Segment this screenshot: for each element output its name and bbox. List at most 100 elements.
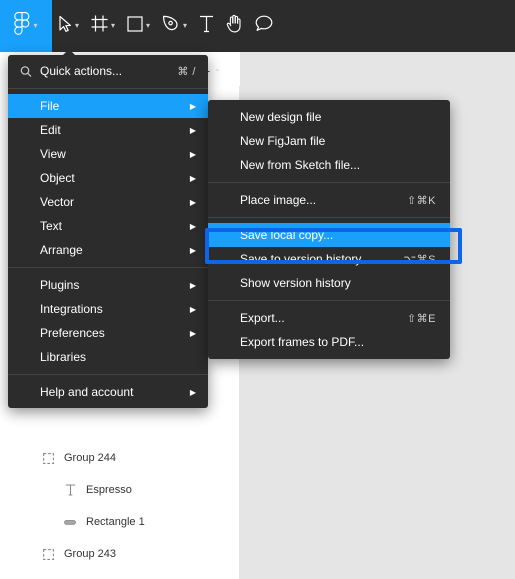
quick-actions-label: Quick actions... <box>40 64 123 78</box>
quick-actions-item[interactable]: Quick actions... ⌘ / <box>8 59 208 83</box>
menu-item-plugins[interactable]: Plugins ▶ <box>8 273 208 297</box>
menu-item-integrations[interactable]: Integrations ▶ <box>8 297 208 321</box>
hand-tool-button[interactable] <box>220 0 249 52</box>
menu-item-text[interactable]: Text ▶ <box>8 214 208 238</box>
frame-tool-icon <box>91 15 108 37</box>
menu-item-help-and-account[interactable]: Help and account ▶ <box>8 380 208 404</box>
layer-row[interactable]: Group 244 <box>0 442 239 474</box>
submenu-item-new-design-file[interactable]: New design file <box>208 105 450 129</box>
chevron-down-icon: ▾ <box>146 21 151 30</box>
submenu-item-label: New from Sketch file... <box>240 158 361 172</box>
menu-item-edit[interactable]: Edit ▶ <box>8 118 208 142</box>
menu-separator <box>8 88 208 89</box>
submenu-item-label: Save to version history... <box>240 252 371 266</box>
submenu-arrow-icon: ▶ <box>189 149 196 159</box>
move-tool-icon <box>58 15 72 38</box>
comment-tool-button[interactable] <box>249 0 279 52</box>
submenu-item-place-image[interactable]: Place image... ⇧⌘K <box>208 188 450 212</box>
layer-row[interactable]: Espresso <box>0 474 239 506</box>
submenu-arrow-icon: ▶ <box>189 245 196 255</box>
submenu-item-new-from-sketch-file[interactable]: New from Sketch file... <box>208 153 450 177</box>
submenu-arrow-icon: ▶ <box>189 125 196 135</box>
submenu-item-label: Export frames to PDF... <box>240 335 365 349</box>
chevron-down-icon: ▾ <box>183 21 188 30</box>
submenu-item-label: Place image... <box>240 193 317 207</box>
submenu-arrow-icon: ▶ <box>189 304 196 314</box>
menu-item-libraries[interactable]: Libraries <box>8 345 208 369</box>
submenu-item-label: Save local copy... <box>240 228 334 242</box>
menu-item-arrange[interactable]: Arrange ▶ <box>8 238 208 262</box>
comment-tool-icon <box>255 15 273 37</box>
submenu-item-label: New design file <box>240 110 322 124</box>
menu-item-label: Libraries <box>40 350 87 364</box>
submenu-item-shortcut: ⇧⌘E <box>406 312 436 325</box>
rectangle-layer-icon <box>62 514 78 530</box>
text-tool-button[interactable] <box>193 0 220 52</box>
figma-app-window: Group 244EspressoRectangle 1Group 243 1 … <box>0 0 515 579</box>
menu-item-label: Edit <box>40 123 61 137</box>
shape-tool-button[interactable]: ▾ <box>121 0 156 52</box>
rectangle-tool-icon <box>127 15 143 37</box>
search-icon <box>19 65 32 78</box>
group-icon <box>40 546 56 562</box>
pen-tool-icon <box>162 15 180 38</box>
file-submenu: New design file New FigJam file New from S… <box>208 100 450 359</box>
submenu-item-export[interactable]: Export... ⇧⌘E <box>208 306 450 330</box>
menu-item-label: File <box>40 99 60 113</box>
menu-item-label: Help and account <box>40 385 134 399</box>
menu-item-label: Integrations <box>40 302 103 316</box>
submenu-arrow-icon: ▶ <box>189 221 196 231</box>
layer-label: Group 243 <box>64 548 116 560</box>
submenu-item-label: New FigJam file <box>240 134 326 148</box>
main-dropdown-menu: Quick actions... ⌘ / File ▶ Edit ▶ View ▶ Obje… <box>8 49 208 408</box>
chevron-down-icon: ▾ <box>33 21 38 30</box>
submenu-arrow-icon: ▶ <box>189 101 196 111</box>
menu-separator <box>8 374 208 375</box>
chevron-down-icon: ▾ <box>75 21 80 30</box>
menu-separator <box>208 217 450 218</box>
menu-item-view[interactable]: View ▶ <box>8 142 208 166</box>
hand-tool-icon <box>226 14 243 38</box>
menu-item-object[interactable]: Object ▶ <box>8 166 208 190</box>
menu-separator <box>208 182 450 183</box>
menu-item-label: Arrange <box>40 243 83 257</box>
submenu-item-show-version-history[interactable]: Show version history <box>208 271 450 295</box>
text-layer-icon <box>62 482 78 498</box>
menu-pointer-arrow <box>62 49 76 56</box>
menu-item-file[interactable]: File ▶ <box>8 94 208 118</box>
menu-item-preferences[interactable]: Preferences ▶ <box>8 321 208 345</box>
submenu-item-label: Show version history <box>240 276 351 290</box>
submenu-item-shortcut: ⌥⌘S <box>403 253 436 266</box>
menu-item-vector[interactable]: Vector ▶ <box>8 190 208 214</box>
layer-label: Group 244 <box>64 452 116 464</box>
layer-row[interactable]: Rectangle 1 <box>0 506 239 538</box>
menu-item-label: Plugins <box>40 278 80 292</box>
submenu-arrow-icon: ▶ <box>189 328 196 338</box>
menu-item-label: Vector <box>40 195 75 209</box>
submenu-item-save-to-version-history[interactable]: Save to version history... ⌥⌘S <box>208 247 450 271</box>
submenu-arrow-icon: ▶ <box>189 173 196 183</box>
menu-item-label: View <box>40 147 66 161</box>
submenu-item-new-figjam-file[interactable]: New FigJam file <box>208 129 450 153</box>
text-tool-icon <box>199 15 214 38</box>
move-tool-button[interactable]: ▾ <box>52 0 85 52</box>
submenu-item-label: Export... <box>240 311 285 325</box>
chevron-down-icon: ⌄ <box>214 64 221 73</box>
submenu-arrow-icon: ▶ <box>189 197 196 207</box>
chevron-down-icon: ▾ <box>111 21 116 30</box>
submenu-item-export-frames-to-pdf[interactable]: Export frames to PDF... <box>208 330 450 354</box>
submenu-arrow-icon: ▶ <box>189 280 196 290</box>
menu-item-label: Object <box>40 171 75 185</box>
submenu-item-shortcut: ⇧⌘K <box>406 194 436 207</box>
layer-label: Espresso <box>86 484 132 496</box>
frame-tool-button[interactable]: ▾ <box>85 0 121 52</box>
menu-item-label: Text <box>40 219 63 233</box>
submenu-item-save-local-copy[interactable]: Save local copy... <box>208 223 450 247</box>
quick-actions-shortcut: ⌘ / <box>177 65 196 78</box>
pen-tool-button[interactable]: ▾ <box>156 0 193 52</box>
layer-row[interactable]: Group 243 <box>0 538 239 570</box>
figma-menu-button[interactable]: ▾ <box>0 0 52 52</box>
menu-separator <box>8 267 208 268</box>
menu-item-label: Preferences <box>40 326 105 340</box>
menu-separator <box>208 300 450 301</box>
